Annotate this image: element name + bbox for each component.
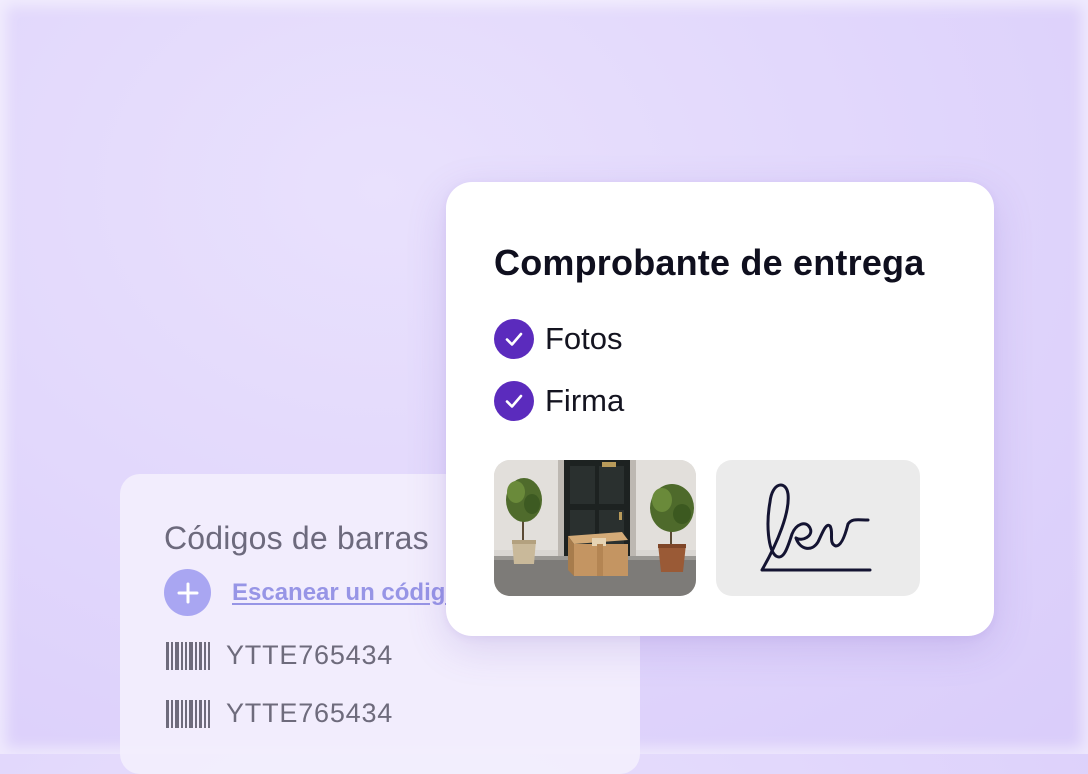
scan-barcode-row: Escanear un código	[164, 569, 460, 616]
barcode-value: YTTE765434	[226, 698, 394, 728]
scan-barcode-link[interactable]: Escanear un código	[232, 579, 460, 607]
barcodes-card-title: Códigos de barras	[164, 520, 429, 556]
delivery-proof-card: Comprobante de entrega Fotos Firma	[446, 182, 994, 636]
package-photo	[494, 460, 696, 596]
checklist-label: Fotos	[545, 321, 623, 356]
barcode-icon	[166, 699, 210, 728]
barcode-list-item: YTTE765434	[166, 698, 393, 729]
barcode-list-item: YTTE765434	[166, 640, 393, 671]
barcode-value: YTTE765434	[226, 640, 394, 670]
signature-icon	[760, 483, 872, 572]
checklist-label: Firma	[545, 383, 625, 418]
check-circle-icon	[494, 381, 534, 421]
checklist-item-photos[interactable]: Fotos	[494, 319, 623, 359]
barcode-icon	[166, 641, 210, 670]
signature-thumbnail[interactable]	[716, 460, 920, 596]
delivery-photo-thumbnail[interactable]	[494, 460, 696, 596]
plus-icon	[177, 582, 198, 603]
check-circle-icon	[494, 319, 534, 359]
delivery-proof-title: Comprobante de entrega	[494, 242, 925, 283]
checklist-item-signature[interactable]: Firma	[494, 381, 624, 421]
add-barcode-button[interactable]	[164, 569, 211, 616]
